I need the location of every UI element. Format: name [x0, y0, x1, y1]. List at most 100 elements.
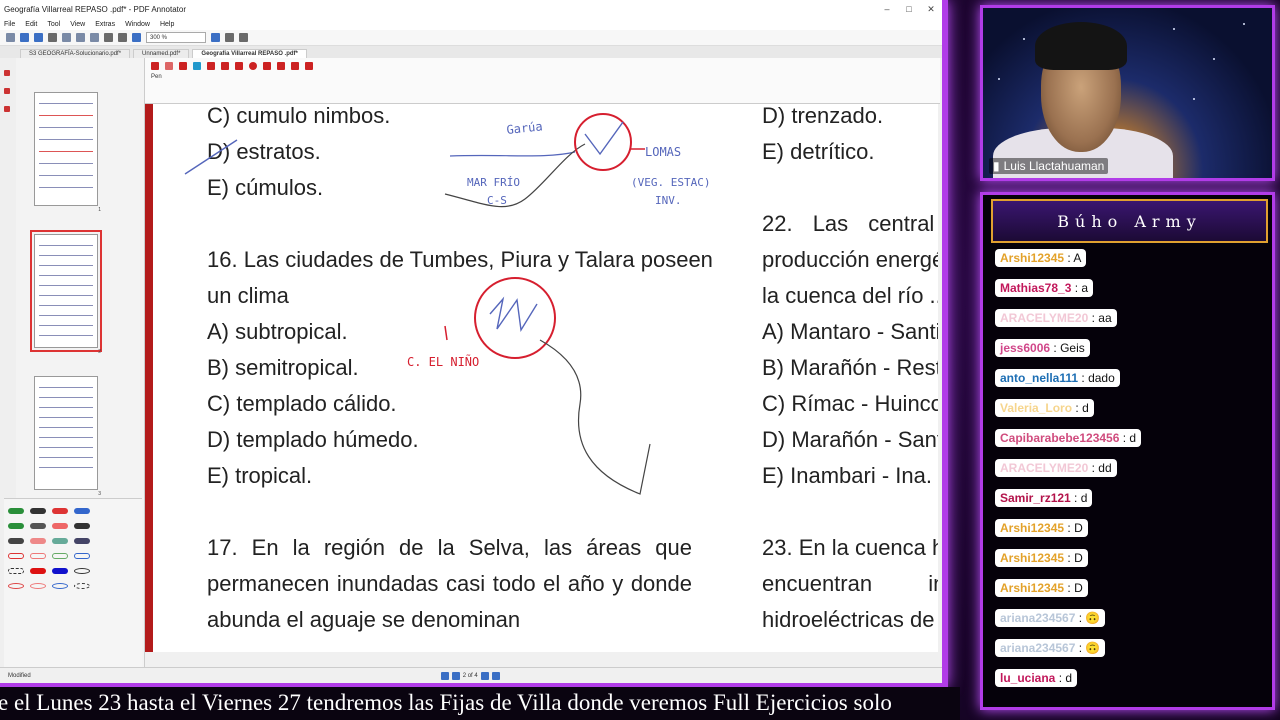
- menu-help[interactable]: Help: [160, 21, 174, 28]
- chat-username[interactable]: ARACELYME20: [1000, 461, 1088, 475]
- copy-icon[interactable]: [76, 33, 85, 42]
- pen-green[interactable]: [8, 508, 24, 514]
- chat-separator: :: [1075, 611, 1086, 625]
- pen-blue[interactable]: [74, 508, 90, 514]
- formula-icon[interactable]: [305, 62, 313, 70]
- chat-message: ARACELYME20 : aa: [995, 309, 1117, 327]
- rect-red[interactable]: [8, 553, 24, 559]
- rect-blue[interactable]: [74, 553, 90, 559]
- undo-icon[interactable]: [104, 33, 113, 42]
- ellipse-blue[interactable]: [52, 583, 68, 589]
- text-icon[interactable]: [277, 62, 285, 70]
- chat-username[interactable]: Mathias78_3: [1000, 281, 1071, 295]
- pointer-icon[interactable]: [151, 62, 159, 70]
- prev-page-icon[interactable]: [451, 671, 460, 680]
- pen-tool-icon[interactable]: [4, 70, 10, 76]
- chat-username[interactable]: Samir_rz121: [1000, 491, 1071, 505]
- marker-tool-icon[interactable]: [4, 88, 10, 94]
- menu-tool[interactable]: Tool: [47, 21, 60, 28]
- thumbnail-panel: 1 2 3: [0, 58, 145, 668]
- next-page-icon[interactable]: [480, 671, 489, 680]
- highlighter-icon[interactable]: [193, 62, 201, 70]
- q23-stem-2: encuentran in: [762, 571, 938, 596]
- minimize-button[interactable]: –: [876, 4, 898, 14]
- pen-gray[interactable]: [30, 523, 46, 529]
- pen-dark[interactable]: [8, 538, 24, 544]
- chat-username[interactable]: ariana234567: [1000, 641, 1075, 655]
- page-thumbnail-1[interactable]: 1: [34, 92, 101, 213]
- rect-green[interactable]: [52, 553, 68, 559]
- pen-black-2[interactable]: [74, 523, 90, 529]
- tab-solucionario[interactable]: S3 GEOGRAFÍA-Solucionario.pdf*: [20, 49, 131, 58]
- open-icon[interactable]: [20, 33, 29, 42]
- chat-username[interactable]: jess6006: [1000, 341, 1050, 355]
- rect-pink[interactable]: [30, 553, 46, 559]
- maximize-button[interactable]: □: [898, 4, 920, 14]
- rect-dashed[interactable]: [8, 568, 24, 574]
- zoom-field[interactable]: 300 %: [146, 32, 206, 43]
- menu-view[interactable]: View: [70, 21, 85, 28]
- menu-window[interactable]: Window: [125, 21, 150, 28]
- ellipse-red[interactable]: [8, 583, 24, 589]
- chat-username[interactable]: Arshi12345: [1000, 251, 1064, 265]
- page-thumbnail-2[interactable]: 2: [30, 230, 102, 355]
- new-icon[interactable]: [6, 33, 15, 42]
- page-indicator[interactable]: 2 of 4: [463, 673, 478, 679]
- menu-edit[interactable]: Edit: [25, 21, 37, 28]
- arrow-icon[interactable]: [221, 62, 229, 70]
- pen-black[interactable]: [30, 508, 46, 514]
- fill-red[interactable]: [30, 568, 46, 574]
- fit-width-icon[interactable]: [239, 33, 248, 42]
- q16-option-d: D) templado húmedo.: [207, 427, 419, 452]
- tab-unnamed[interactable]: Unnamed.pdf*: [133, 49, 190, 58]
- chat-username[interactable]: Capibarabebe123456: [1000, 431, 1119, 445]
- q22-option-a: A) Mantaro - Santi: [762, 319, 938, 344]
- zoom-out-icon[interactable]: [132, 33, 141, 42]
- rectangle-icon[interactable]: [235, 62, 243, 70]
- redo-icon[interactable]: [118, 33, 127, 42]
- pdf-page-view: C) cumulo nimbos. D) estratos. E) cúmulo…: [145, 104, 938, 652]
- ellipse-black[interactable]: [74, 568, 90, 574]
- menu-file[interactable]: File: [4, 21, 15, 28]
- pen-icon[interactable]: [179, 62, 187, 70]
- chat-message: Arshi12345 : A: [995, 249, 1087, 267]
- cut-icon[interactable]: [62, 33, 71, 42]
- tab-repaso[interactable]: Geografía Villarreal REPASO .pdf*: [192, 49, 307, 58]
- chat-message: Arshi12345 : D: [995, 579, 1088, 597]
- stamp-icon[interactable]: [263, 62, 271, 70]
- chat-username[interactable]: Valeria_Loro: [1000, 401, 1072, 415]
- hand-icon[interactable]: [165, 62, 173, 70]
- fit-page-icon[interactable]: [225, 33, 234, 42]
- print-icon[interactable]: [48, 33, 57, 42]
- chat-username[interactable]: Arshi12345: [1000, 581, 1064, 595]
- pen-rose[interactable]: [30, 538, 46, 544]
- chat-username[interactable]: anto_nella111: [1000, 371, 1078, 385]
- chat-username[interactable]: Arshi12345: [1000, 551, 1064, 565]
- chat-username[interactable]: ariana234567: [1000, 611, 1075, 625]
- chat-username[interactable]: Arshi12345: [1000, 521, 1064, 535]
- pen-green-2[interactable]: [8, 523, 24, 529]
- first-page-icon[interactable]: [440, 671, 449, 680]
- pen-teal[interactable]: [52, 538, 68, 544]
- paste-icon[interactable]: [90, 33, 99, 42]
- zoom-in-icon[interactable]: [211, 33, 220, 42]
- page-thumbnail-3[interactable]: 3: [34, 376, 101, 497]
- presenter-name: Luis Llactahuaman: [1003, 159, 1105, 173]
- close-button[interactable]: ✕: [920, 4, 942, 15]
- chat-username[interactable]: lu_uciana: [1000, 671, 1055, 685]
- chat-username[interactable]: ARACELYME20: [1000, 311, 1088, 325]
- save-icon[interactable]: [34, 33, 43, 42]
- menu-extras[interactable]: Extras: [95, 21, 115, 28]
- ellipse-icon[interactable]: [249, 62, 257, 70]
- pen-navy[interactable]: [74, 538, 90, 544]
- line-icon[interactable]: [207, 62, 215, 70]
- ellipse-pink[interactable]: [30, 583, 46, 589]
- pen-pink[interactable]: [52, 523, 68, 529]
- pen-red[interactable]: [52, 508, 68, 514]
- fill-blue[interactable]: [52, 568, 68, 574]
- last-page-icon[interactable]: [491, 671, 500, 680]
- eraser-icon[interactable]: [291, 62, 299, 70]
- ellipse-dashed[interactable]: [74, 583, 90, 589]
- chat-message: Arshi12345 : D: [995, 549, 1088, 567]
- eraser-tool-icon[interactable]: [4, 106, 10, 112]
